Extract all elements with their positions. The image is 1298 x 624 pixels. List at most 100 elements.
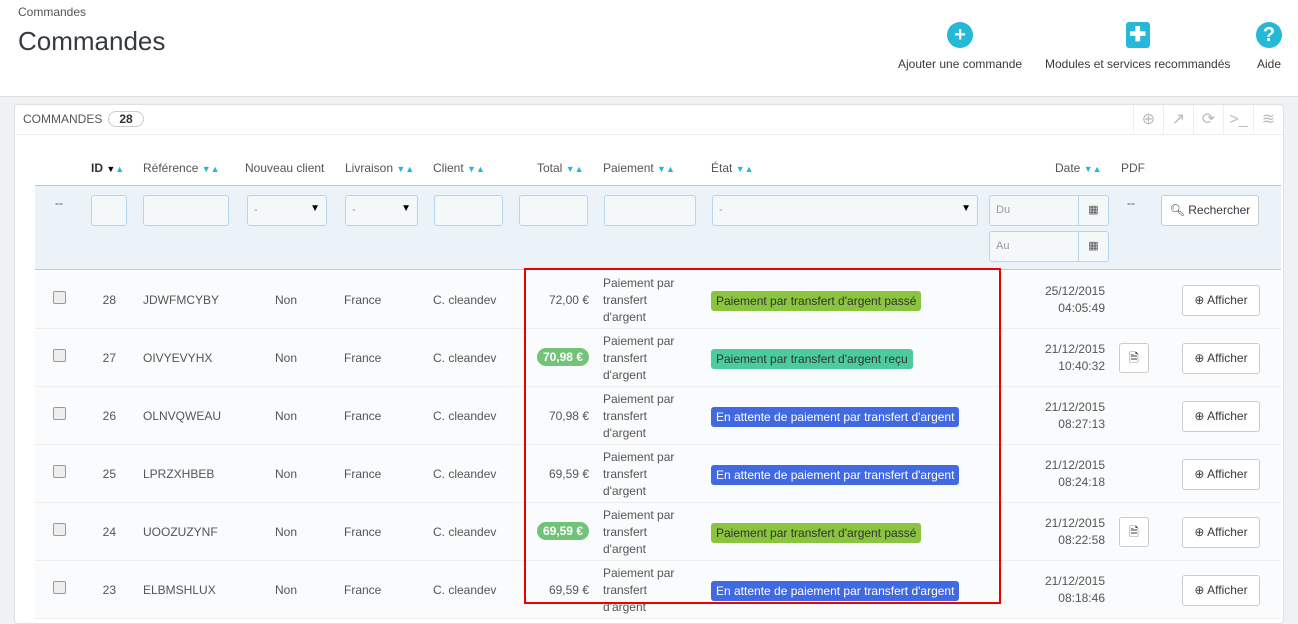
delivery-country: France [344, 583, 382, 597]
client-name: C. cleandev [433, 467, 497, 481]
state-select[interactable]: - ▼ [712, 195, 978, 226]
col-reference[interactable]: Référence ▼▲ [143, 161, 220, 175]
file-icon: 🗎 [1129, 525, 1139, 539]
table-row[interactable]: 26 OLNVQWEAU Non France C. cleandev 70,9… [35, 387, 1281, 445]
col-id[interactable]: ID ▼▲ [91, 161, 124, 175]
zoom-icon: ⊕ [1194, 409, 1205, 423]
col-date[interactable]: Date ▼▲ [1055, 161, 1102, 175]
delivery-country: France [344, 467, 382, 481]
total-filter[interactable] [519, 195, 588, 226]
zoom-icon: ⊕ [1194, 467, 1205, 481]
zoom-icon: ⊕ [1194, 351, 1205, 365]
table-row[interactable]: 28 JDWFMCYBY Non France C. cleandev 72,0… [35, 271, 1281, 329]
new-client: Non [275, 409, 298, 423]
page-title: Commandes [18, 26, 166, 56]
new-client-select[interactable]: - ▼ [247, 195, 327, 226]
delivery-country: France [344, 293, 382, 307]
order-id: 24 [102, 525, 116, 539]
table-row[interactable]: 25 LPRZXHBEB Non France C. cleandev 69,5… [35, 445, 1281, 503]
order-id: 26 [102, 409, 116, 423]
col-delivery[interactable]: Livraison ▼▲ [345, 161, 414, 175]
modules-button[interactable]: ✚ Modules et services recommandés [1045, 22, 1230, 71]
refresh-icon[interactable]: ⟳ [1193, 105, 1223, 135]
row-checkbox[interactable] [53, 581, 66, 594]
export-icon[interactable]: ↗ [1163, 105, 1193, 135]
payment-filter[interactable] [604, 195, 696, 226]
order-reference: UOOZUZYNF [143, 525, 218, 539]
value: - [719, 204, 723, 216]
search-button[interactable]: 🔍︎ Rechercher [1161, 195, 1259, 226]
view-order-button[interactable]: ⊕ Afficher [1182, 575, 1260, 606]
orders-panel: COMMANDES 28 ⊕ ↗ ⟳ >_ ≋ ID ▼▲ Référence ▼▲ No… [14, 104, 1284, 624]
table-row[interactable]: 24 UOOZUZYNF Non France C. cleandev 69,5… [35, 503, 1281, 561]
delivery-country: France [344, 351, 382, 365]
row-checkbox[interactable] [53, 349, 66, 362]
new-client: Non [275, 351, 298, 365]
sql-icon[interactable]: >_ [1223, 105, 1253, 135]
add-order-button[interactable]: + Ajouter une commande [898, 22, 1022, 71]
table-row[interactable]: 27 OIVYEVYHX Non France C. cleandev 70,9… [35, 329, 1281, 387]
col-payment[interactable]: Paiement ▼▲ [603, 161, 675, 175]
time: 08:24:18 [1058, 475, 1105, 489]
calendar-icon[interactable]: ▦ [1078, 232, 1108, 261]
value: - [254, 204, 258, 216]
breadcrumb[interactable]: Commandes [18, 5, 86, 19]
order-id: 25 [102, 467, 116, 481]
payment-method: Paiement par transfert d'argent [603, 276, 675, 324]
row-checkbox[interactable] [53, 465, 66, 478]
view-order-button[interactable]: ⊕ Afficher [1182, 285, 1260, 316]
add-icon[interactable]: ⊕ [1133, 105, 1163, 135]
plus-circle-icon: + [947, 22, 974, 48]
delivery-select[interactable]: - ▼ [345, 195, 418, 226]
zoom-icon: ⊕ [1194, 583, 1205, 597]
col-state[interactable]: État ▼▲ [711, 161, 754, 175]
help-button[interactable]: ? Aide [1256, 22, 1282, 71]
label: Aide [1256, 57, 1282, 71]
order-reference: LPRZXHBEB [143, 467, 215, 481]
date: 25/12/2015 [1044, 284, 1105, 298]
view-order-button[interactable]: ⊕ Afficher [1182, 459, 1260, 490]
view-order-button[interactable]: ⊕ Afficher [1182, 343, 1260, 374]
date: 21/12/2015 [1044, 400, 1105, 414]
pdf-invoice-button[interactable]: 🗎 [1119, 343, 1149, 373]
label: Afficher [1207, 351, 1248, 365]
label: Référence [143, 161, 199, 175]
client-filter[interactable] [434, 195, 503, 226]
row-checkbox[interactable] [53, 291, 66, 304]
id-filter[interactable] [91, 195, 127, 226]
payment-method: Paiement par transfert d'argent [603, 450, 675, 498]
order-date: 25/12/2015 04:05:49 [1045, 283, 1105, 317]
client-name: C. cleandev [433, 293, 497, 307]
label: Paiement [603, 161, 654, 175]
client-name: C. cleandev [433, 583, 497, 597]
order-total: 69,59 € [536, 522, 589, 540]
pdf-invoice-button[interactable]: 🗎 [1119, 517, 1149, 547]
new-client: Non [275, 583, 298, 597]
view-order-button[interactable]: ⊕ Afficher [1182, 401, 1260, 432]
date-from-input[interactable]: Du ▦ [989, 195, 1109, 226]
order-count-badge: 28 [108, 111, 144, 127]
panel-heading: COMMANDES 28 ⊕ ↗ ⟳ >_ ≋ [15, 105, 1283, 135]
label: Afficher [1207, 409, 1248, 423]
database-icon[interactable]: ≋ [1253, 105, 1283, 135]
pdf-filter-dash: -- [1127, 196, 1135, 210]
zoom-icon: ⊕ [1194, 293, 1205, 307]
order-status-badge: En attente de paiement par transfert d'a… [711, 465, 960, 485]
delivery-country: France [344, 409, 382, 423]
time: 08:18:46 [1058, 591, 1105, 605]
col-total[interactable]: Total ▼▲ [537, 161, 584, 175]
order-status-badge: Paiement par transfert d'argent reçu [711, 349, 913, 369]
view-order-button[interactable]: ⊕ Afficher [1182, 517, 1260, 548]
value: - [352, 204, 356, 216]
row-checkbox[interactable] [53, 523, 66, 536]
label: Afficher [1207, 583, 1248, 597]
table-row[interactable]: 23 ELBMSHLUX Non France C. cleandev 69,5… [35, 561, 1281, 619]
col-client[interactable]: Client ▼▲ [433, 161, 485, 175]
reference-filter[interactable] [143, 195, 229, 226]
label: Rechercher [1188, 203, 1251, 217]
date-to-input[interactable]: Au ▦ [989, 231, 1109, 262]
order-status-badge: En attente de paiement par transfert d'a… [711, 407, 960, 427]
calendar-icon[interactable]: ▦ [1078, 196, 1108, 225]
row-checkbox[interactable] [53, 407, 66, 420]
client-name: C. cleandev [433, 409, 497, 423]
